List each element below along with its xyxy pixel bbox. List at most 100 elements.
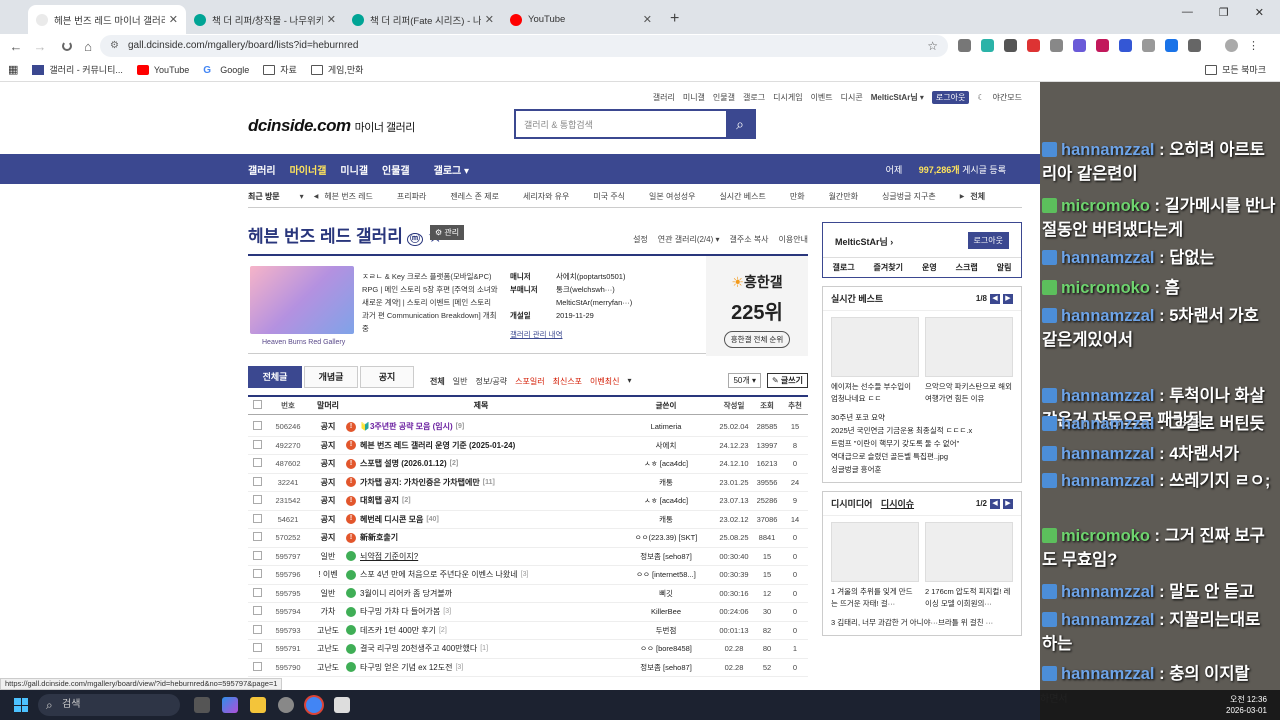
table-row[interactable]: 570252 공지! 新新호출기 ㅇㅇ(223.39) [SKT] 25.08.25 88… xyxy=(248,529,808,548)
rank-all-button[interactable]: 흥한갤 전체 순위 xyxy=(723,331,791,348)
column-header[interactable]: 추천 xyxy=(782,400,808,411)
search-input[interactable]: 갤러리 & 통합검색 xyxy=(516,111,726,137)
row-checkbox[interactable] xyxy=(248,513,266,525)
table-row[interactable]: 595797 일반 뇌약점 기준이지? 정보좀 [seho87] 00:30:40 15 0 xyxy=(248,548,808,566)
top-link[interactable]: 갤로그 xyxy=(743,92,765,103)
column-header[interactable]: 조회 xyxy=(752,400,782,411)
table-row[interactable]: 595793 고난도 데즈카 1턴 400만 후기 [2] 두번점 00:01:13 82 0 xyxy=(248,622,808,640)
post-title[interactable]: ! 가차탭 공지: 가차인증은 가차탭에만 [11] xyxy=(346,477,616,488)
close-icon[interactable]: ✕ xyxy=(1255,6,1264,19)
best-caption[interactable]: 에이져는 선수들 부수입이 엄청나네요 ㄷㄷ xyxy=(831,381,919,405)
best-list-item[interactable]: 트럼프 "이란이 핵무기 갖도록 둘 수 없어" xyxy=(831,437,1013,450)
menu-icon[interactable]: ⋮ xyxy=(1248,39,1259,52)
extension-icon[interactable] xyxy=(1050,39,1063,52)
post-title[interactable]: ! 스포탭 설명 (2026.01.12) [2] xyxy=(346,458,616,469)
user-link[interactable]: 즐겨찾기 xyxy=(874,262,903,273)
prev-icon[interactable]: ◀ xyxy=(990,498,1000,509)
sub-tab[interactable]: 정보/공략 xyxy=(475,376,507,387)
table-row[interactable]: 231542 공지! 대회탭 공지 [2] ㅅㅎ [aca4dc] 23.07.13 252… xyxy=(248,492,808,511)
nav-item[interactable]: 마이너갤 xyxy=(290,162,327,177)
tab-close-icon[interactable]: ✕ xyxy=(169,13,178,26)
home-icon[interactable]: ⌂ xyxy=(76,39,100,54)
prev-icon[interactable]: ◀ xyxy=(314,193,319,200)
best-list-item[interactable]: 역대급으로 슬렸던 골든벨 특집편..jpg xyxy=(831,450,1013,463)
post-title[interactable]: ! 🔰3주년판 공략 모음 (임시) [9] xyxy=(346,421,616,432)
table-row[interactable]: 595795 일반 3월이니 리어카 좀 당겨볼까 삐깃 00:30:16 12 0 xyxy=(248,585,808,603)
dropdown-icon[interactable]: ▾ xyxy=(628,376,632,387)
tab-close-icon[interactable]: ✕ xyxy=(643,13,652,26)
gallery-admin-button[interactable]: ⚙ 관리 xyxy=(430,225,465,240)
new-tab-button[interactable]: + xyxy=(670,10,679,28)
gallery-tool-link[interactable]: 설정 xyxy=(633,234,648,245)
row-checkbox[interactable] xyxy=(248,458,266,469)
nav-item[interactable]: 갤러리 xyxy=(248,162,276,177)
top-link[interactable]: MelticStAr님 ▾ xyxy=(871,92,924,103)
recent-all[interactable]: 전체 xyxy=(970,191,985,202)
post-writer[interactable]: 캐통 xyxy=(616,477,716,488)
browser-tab[interactable]: 책 더 리퍼(Fate 시리즈) - 나무 ✕ xyxy=(344,5,502,34)
tab-close-icon[interactable]: ✕ xyxy=(327,13,336,26)
column-header[interactable]: 번호 xyxy=(266,400,310,411)
forward-icon[interactable]: → xyxy=(28,39,52,54)
extension-icon[interactable] xyxy=(1073,39,1086,52)
sub-tab[interactable]: 전체 xyxy=(430,376,445,387)
browser-tab[interactable]: 책 더 리퍼/창작물 - 나무위키 ✕ xyxy=(186,5,344,34)
bookmark-item[interactable]: YouTube xyxy=(136,64,189,75)
top-link[interactable]: 이벤트 xyxy=(811,92,833,103)
table-row[interactable]: 487602 공지! 스포탭 설명 (2026.01.12) [2] ㅅㅎ [aca4d… xyxy=(248,455,808,474)
post-writer[interactable]: KillerBee xyxy=(616,607,716,616)
bookmark-star-icon[interactable]: ☆ xyxy=(927,35,938,57)
browser-tab[interactable]: 헤븐 번즈 레드 마이너 갤러리 ✕ xyxy=(28,5,186,34)
best-thumbnail[interactable] xyxy=(831,317,919,377)
user-name[interactable]: MelticStAr님 › xyxy=(835,235,893,248)
next-icon[interactable]: ▶ xyxy=(960,193,965,200)
row-checkbox[interactable] xyxy=(248,661,266,673)
post-title[interactable]: 스포 4년 만에 처음으로 주년다운 이벤스 나왔네 [3] xyxy=(346,569,616,580)
bookmark-folder[interactable]: 게임,만화 xyxy=(310,63,363,76)
site-info-icon[interactable]: ⚙ xyxy=(110,35,119,57)
puzzle-icon[interactable] xyxy=(1188,39,1201,52)
best-thumbnail[interactable] xyxy=(925,317,1013,377)
top-link[interactable]: 미니갤 xyxy=(683,92,705,103)
prev-icon[interactable]: ◀ xyxy=(990,293,1000,304)
logout-button[interactable]: 로그아웃 xyxy=(967,232,1009,249)
post-writer[interactable]: ㅇㅇ [internet58...] xyxy=(616,569,716,580)
row-checkbox[interactable] xyxy=(248,495,266,506)
top-link[interactable]: 갤러리 xyxy=(653,92,675,103)
best-list-item[interactable]: 30주년 포코 요약 xyxy=(831,411,1013,424)
bookmark-item[interactable]: G Google xyxy=(203,65,249,76)
post-title[interactable]: ! 헤븐 번즈 레드 갤러리 운영 기준 (2025-01-24) xyxy=(346,440,616,451)
media-caption[interactable]: 1 겨울의 추위를 잊게 만드는 뜨거운 자태! 걸··· xyxy=(831,586,919,610)
nav-item[interactable]: 갤로그 ▾ xyxy=(434,162,469,177)
post-writer[interactable]: ㅇㅇ [bore8458] xyxy=(616,643,716,654)
media-title[interactable]: 디시미디어 xyxy=(831,499,872,509)
post-title[interactable]: 데즈카 1턴 400만 후기 [2] xyxy=(346,625,616,636)
copilot-icon[interactable] xyxy=(222,697,238,713)
top-link[interactable]: 인물갤 xyxy=(713,92,735,103)
row-checkbox[interactable] xyxy=(248,439,266,451)
gallery-title[interactable]: 헤븐 번즈 레드 갤러리ⓜ ★ xyxy=(248,222,443,247)
row-checkbox[interactable] xyxy=(248,587,266,599)
column-header[interactable]: 제목 xyxy=(346,400,616,411)
dropdown-icon[interactable]: ▾ xyxy=(300,192,304,201)
recent-item[interactable]: 만화 xyxy=(790,191,805,202)
bookmark-folder[interactable]: 자료 xyxy=(263,63,297,76)
recent-item[interactable]: 세리자와 유우 xyxy=(523,191,569,202)
extension-icon[interactable] xyxy=(1119,39,1132,52)
sub-tab[interactable]: 스포일러 xyxy=(515,376,544,387)
manager-name[interactable]: 통크(welchswh···) xyxy=(556,283,615,296)
extension-icon[interactable] xyxy=(1004,39,1017,52)
post-title[interactable]: 뇌약점 기준이지? xyxy=(346,551,616,562)
top-link[interactable]: 야간모드 xyxy=(993,92,1022,103)
manager-name[interactable]: 2019-11-29 xyxy=(556,309,594,322)
row-checkbox[interactable] xyxy=(248,550,266,562)
recent-item[interactable]: 월간만화 xyxy=(829,191,858,202)
site-logo[interactable]: dcinside.com 마이너 갤러리 xyxy=(248,116,415,136)
post-writer[interactable]: 정보좀 [seho87] xyxy=(616,551,716,562)
list-tab[interactable]: 전체글 xyxy=(248,366,302,388)
post-title[interactable]: 타구밍 가챠 다 들어가봄 [3] xyxy=(346,606,616,617)
next-icon[interactable]: ▶ xyxy=(1003,293,1013,304)
post-writer[interactable]: 삐깃 xyxy=(616,588,716,599)
chrome-icon[interactable] xyxy=(306,697,322,713)
post-title[interactable]: ! 新新호출기 xyxy=(346,532,616,543)
